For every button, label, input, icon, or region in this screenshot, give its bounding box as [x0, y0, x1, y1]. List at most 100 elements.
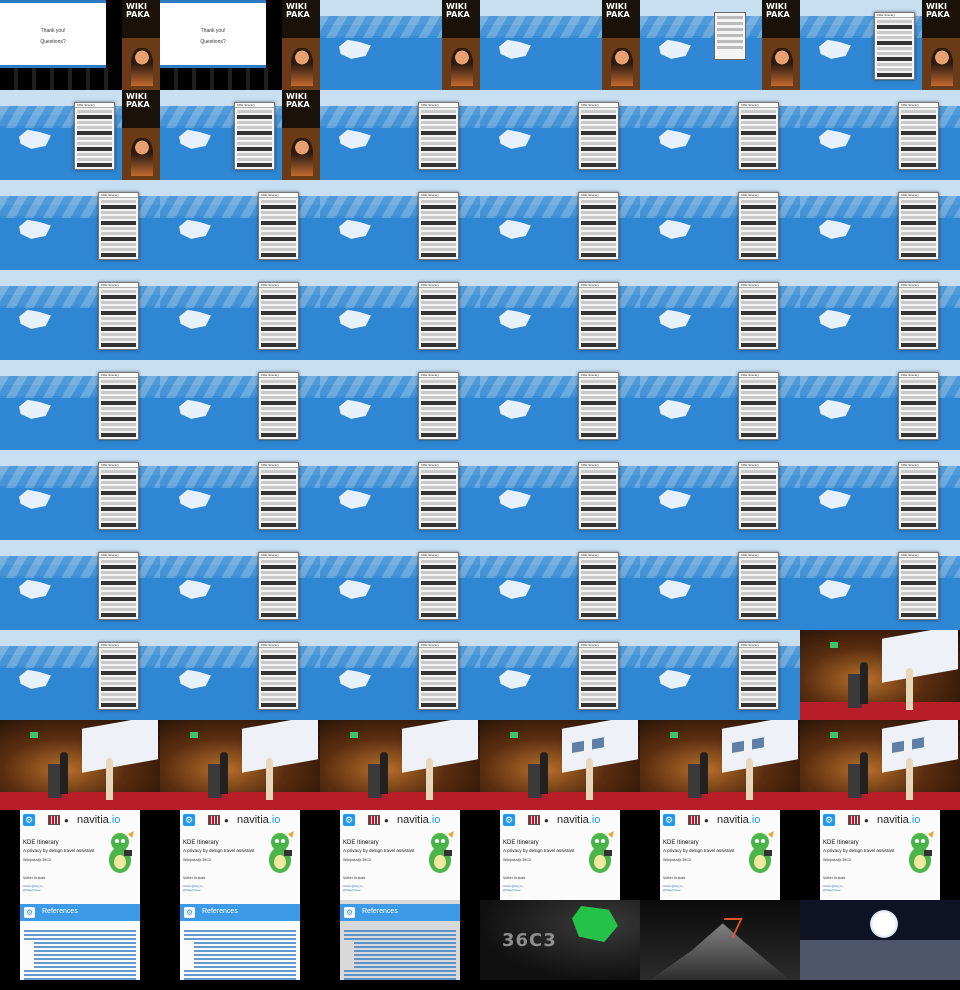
reference-link[interactable]	[194, 950, 296, 952]
itinerary-list-item[interactable]	[261, 290, 296, 293]
itinerary-list-item[interactable]	[901, 301, 936, 304]
video-thumbnail-desktop[interactable]: KDE Itinerary WIKI PAKA	[0, 90, 160, 180]
itinerary-list-item[interactable]	[421, 153, 456, 156]
itinerary-list-item[interactable]	[581, 507, 616, 511]
itinerary-list-item[interactable]	[101, 391, 136, 394]
itinerary-list-item[interactable]	[421, 158, 456, 161]
video-thumbnail-stage[interactable]	[320, 720, 480, 810]
itinerary-list-item[interactable]	[421, 110, 456, 113]
video-thumbnail-title[interactable]: ⚙ ● navitia.io KDE Itinerary A privacy by de…	[640, 810, 800, 900]
itinerary-list-item[interactable]	[581, 333, 616, 336]
video-thumbnail-c3_mountain[interactable]	[640, 900, 800, 980]
itinerary-phone-window[interactable]: KDE Itinerary	[98, 552, 139, 620]
itinerary-list-item[interactable]	[581, 211, 616, 214]
itinerary-phone-window[interactable]: KDE Itinerary	[418, 462, 459, 530]
itinerary-list-item[interactable]	[261, 428, 296, 431]
itinerary-list-item[interactable]	[741, 491, 776, 495]
itinerary-list-item[interactable]	[741, 232, 776, 235]
itinerary-list-item[interactable]	[421, 295, 456, 299]
itinerary-phone-window[interactable]: KDE Itinerary	[98, 642, 139, 710]
itinerary-list-item[interactable]	[101, 687, 136, 691]
itinerary-list-item[interactable]	[901, 110, 936, 113]
reference-link[interactable]	[354, 942, 456, 944]
itinerary-list-item[interactable]	[421, 581, 456, 585]
itinerary-list-item[interactable]	[261, 666, 296, 669]
itinerary-list-item[interactable]	[741, 380, 776, 383]
video-thumbnail-desktop[interactable]: KDE Itinerary	[320, 450, 480, 540]
itinerary-list-item[interactable]	[901, 518, 936, 521]
itinerary-list-item[interactable]	[421, 221, 456, 225]
itinerary-phone-window[interactable]: KDE Itinerary	[898, 552, 939, 620]
itinerary-list-item[interactable]	[421, 317, 456, 320]
itinerary-list-item[interactable]	[581, 475, 616, 479]
video-thumbnail-desktop[interactable]: KDE Itinerary WIKI PAKA	[160, 90, 320, 180]
video-thumbnail-desktop[interactable]: KDE Itinerary	[800, 450, 960, 540]
itinerary-list-item[interactable]	[421, 560, 456, 563]
itinerary-list-item[interactable]	[77, 142, 112, 145]
video-thumbnail-title[interactable]: ⚙ ● navitia.io KDE Itinerary A privacy by de…	[480, 810, 640, 900]
itinerary-list-item[interactable]	[901, 597, 936, 601]
itinerary-list-item[interactable]	[741, 423, 776, 426]
itinerary-list-item[interactable]	[901, 333, 936, 336]
itinerary-list-item[interactable]	[421, 333, 456, 336]
reference-link[interactable]	[344, 970, 456, 972]
itinerary-list-item[interactable]	[741, 428, 776, 431]
itinerary-list-item[interactable]	[101, 693, 136, 696]
itinerary-list-item[interactable]	[101, 470, 136, 473]
itinerary-list-item[interactable]	[261, 523, 296, 527]
itinerary-list-item[interactable]	[101, 661, 136, 664]
itinerary-list-item[interactable]	[581, 126, 616, 129]
itinerary-phone-window[interactable]: KDE Itinerary	[898, 372, 939, 440]
itinerary-list-item[interactable]	[101, 333, 136, 336]
video-thumbnail-desktop[interactable]: KDE Itinerary	[0, 540, 160, 630]
reference-link[interactable]	[194, 966, 296, 968]
itinerary-list-item[interactable]	[101, 518, 136, 521]
itinerary-list-item[interactable]	[741, 507, 776, 511]
itinerary-list-item[interactable]	[101, 592, 136, 595]
itinerary-list-item[interactable]	[421, 407, 456, 410]
itinerary-list-item[interactable]	[901, 470, 936, 473]
itinerary-list-item[interactable]	[581, 587, 616, 590]
itinerary-list-item[interactable]	[581, 608, 616, 611]
itinerary-list-item[interactable]	[741, 227, 776, 230]
itinerary-list-item[interactable]	[101, 301, 136, 304]
itinerary-list-item[interactable]	[101, 655, 136, 659]
itinerary-list-item[interactable]	[421, 613, 456, 617]
itinerary-phone-window[interactable]: KDE Itinerary	[258, 642, 299, 710]
video-thumbnail-desktop[interactable]: KDE Itinerary	[0, 270, 160, 360]
itinerary-list-item[interactable]	[901, 211, 936, 214]
itinerary-list-item[interactable]	[421, 200, 456, 203]
reference-link[interactable]	[354, 966, 456, 968]
itinerary-list-item[interactable]	[101, 317, 136, 320]
itinerary-list-item[interactable]	[741, 301, 776, 304]
itinerary-list-item[interactable]	[421, 671, 456, 675]
itinerary-list-item[interactable]	[741, 216, 776, 219]
itinerary-list-item[interactable]	[101, 608, 136, 611]
itinerary-list-item[interactable]	[77, 163, 112, 167]
itinerary-list-item[interactable]	[421, 243, 456, 246]
itinerary-list-item[interactable]	[741, 200, 776, 203]
itinerary-list-item[interactable]	[581, 407, 616, 410]
itinerary-list-item[interactable]	[581, 497, 616, 500]
itinerary-list-item[interactable]	[741, 248, 776, 251]
reference-link[interactable]	[344, 930, 456, 932]
itinerary-list-item[interactable]	[421, 147, 456, 151]
itinerary-list-item[interactable]	[101, 576, 136, 579]
itinerary-list-item[interactable]	[741, 115, 776, 119]
itinerary-phone-window[interactable]: KDE Itinerary	[418, 552, 459, 620]
itinerary-list-item[interactable]	[741, 110, 776, 113]
itinerary-list-item[interactable]	[581, 592, 616, 595]
itinerary-list-item[interactable]	[421, 497, 456, 500]
itinerary-list-item[interactable]	[261, 608, 296, 611]
itinerary-list-item[interactable]	[101, 565, 136, 569]
itinerary-list-item[interactable]	[581, 142, 616, 145]
itinerary-list-item[interactable]	[581, 396, 616, 399]
itinerary-list-item[interactable]	[901, 147, 936, 151]
itinerary-phone-window[interactable]: KDE Itinerary	[874, 12, 915, 80]
itinerary-phone-window[interactable]: KDE Itinerary	[898, 102, 939, 170]
video-thumbnail-desktop[interactable]: KDE Itinerary	[800, 90, 960, 180]
itinerary-list-item[interactable]	[77, 158, 112, 161]
itinerary-phone-window[interactable]: KDE Itinerary	[234, 102, 275, 170]
itinerary-list-item[interactable]	[741, 142, 776, 145]
itinerary-list-item[interactable]	[581, 666, 616, 669]
